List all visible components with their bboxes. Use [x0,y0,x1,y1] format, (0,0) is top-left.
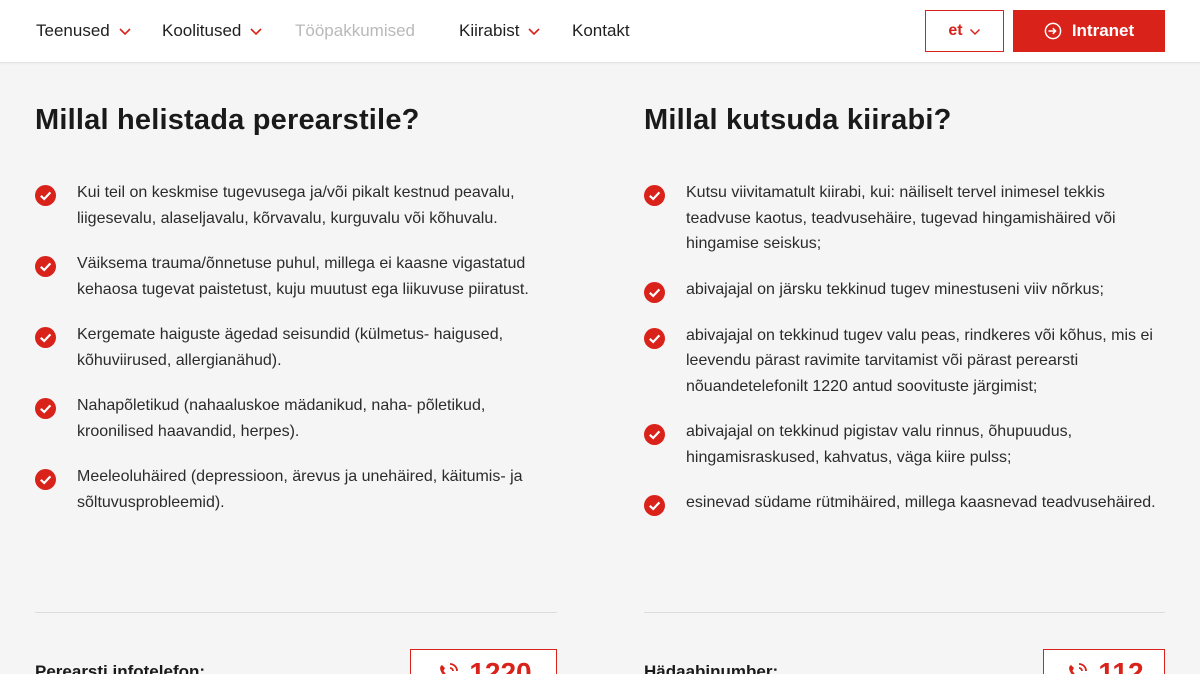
phone-label: Hädaabinumber: [644,662,779,674]
emergency-number-button[interactable]: 112 [1043,649,1165,674]
nav-item-label: Koolitused [162,21,242,40]
check-circle-icon [644,185,665,206]
list-item-text: abivajajal on tekkinud tugev valu peas, … [686,326,1153,395]
check-circle-icon [35,185,56,206]
list-item: Kui teil on keskmise tugevusega ja/või p… [35,180,557,231]
nav-item-label: Kiirabist [459,21,520,40]
list-item-text: Meeleoluhäired (depressioon, ärevus ja u… [77,468,523,511]
intranet-button[interactable]: Intranet [1013,10,1165,52]
chevron-down-icon [528,28,541,36]
list-item: abivajajal on tekkinud pigistav valu rin… [644,419,1166,470]
list-item: esinevad südame rütmihäired, millega kaa… [644,490,1166,516]
nav-item-label: Tööpakkumised [295,21,416,40]
nav-item-kontakt[interactable]: Kontakt [572,21,630,41]
section-title: Millal kutsuda kiirabi? [644,104,952,136]
list-item: Väiksema trauma/õnnetuse puhul, millega … [35,251,557,302]
list-item: Nahapõletikud (nahaaluskoe mädanikud, na… [35,393,557,444]
chevron-down-icon [969,28,980,35]
list-item-text: Kutsu viivitamatult kiirabi, kui: näilis… [686,184,1116,252]
login-arrow-icon [1044,22,1062,40]
section-title: Millal helistada perearstile? [35,104,420,136]
check-circle-icon [644,424,665,445]
list-item-text: abivajajal on järsku tekkinud tugev mine… [686,280,1104,298]
gp-criteria-list: Kui teil on keskmise tugevusega ja/või p… [35,180,557,535]
nav-item-koolitused[interactable]: Koolitused [162,21,263,41]
check-circle-icon [35,327,56,348]
nav-item-kiirabist[interactable]: Kiirabist [459,21,541,41]
ambulance-criteria-list: Kutsu viivitamatult kiirabi, kui: näilis… [644,180,1166,536]
nav-item-toopakkumised[interactable]: Tööpakkumised [295,21,415,41]
list-item: Kutsu viivitamatult kiirabi, kui: näilis… [644,180,1166,257]
phone-ringing-icon [1069,663,1088,674]
list-item: abivajajal on tekkinud tugev valu peas, … [644,323,1166,400]
language-label: et [948,22,963,39]
ambulance-section: Millal kutsuda kiirabi? Kutsu viivitamat… [644,100,1166,674]
nav-item-label: Kontakt [572,21,630,40]
phone-number-button[interactable]: 1220 [410,649,557,674]
chevron-down-icon [119,28,131,36]
intranet-label: Intranet [1071,21,1135,40]
list-item-text: Nahapõletikud (nahaaluskoe mädanikud, na… [77,397,486,440]
check-circle-icon [644,281,665,303]
list-item-text: Väiksema trauma/õnnetuse puhul, millega … [77,255,529,298]
check-circle-icon [35,398,56,419]
phone-number: 112 [1098,657,1144,674]
divider [644,612,1165,613]
phone-number: 1220 [469,657,532,674]
language-selector[interactable]: et [925,10,1004,52]
list-item: Kergemate haiguste ägedad seisundid (kül… [35,322,557,373]
gp-section: Millal helistada perearstile? Kui teil o… [35,100,557,674]
check-circle-icon [35,256,56,277]
check-circle-icon [644,495,665,516]
nav-item-label: Teenused [36,21,110,40]
check-circle-icon [35,469,56,490]
list-item: abivajajal on järsku tekkinud tugev mine… [644,277,1166,303]
phone-label: Perearsti infotelefon: [35,662,206,674]
list-item-text: Kui teil on keskmise tugevusega ja/või p… [77,184,515,227]
chevron-down-icon [250,28,262,36]
divider [35,612,557,613]
list-item-text: Kergemate haiguste ägedad seisundid (kül… [77,326,504,369]
list-item-text: abivajajal on tekkinud pigistav valu rin… [686,423,1073,466]
list-item-text: esinevad südame rütmihäired, millega kaa… [686,494,1156,511]
list-item: Meeleoluhäired (depressioon, ärevus ja u… [35,464,557,515]
nav-item-teenused[interactable]: Teenused [36,21,132,41]
phone-ringing-icon [440,663,459,674]
check-circle-icon [644,327,665,349]
top-navigation: Teenused Koolitused Tööpakkumised Kiirab… [0,0,1200,63]
